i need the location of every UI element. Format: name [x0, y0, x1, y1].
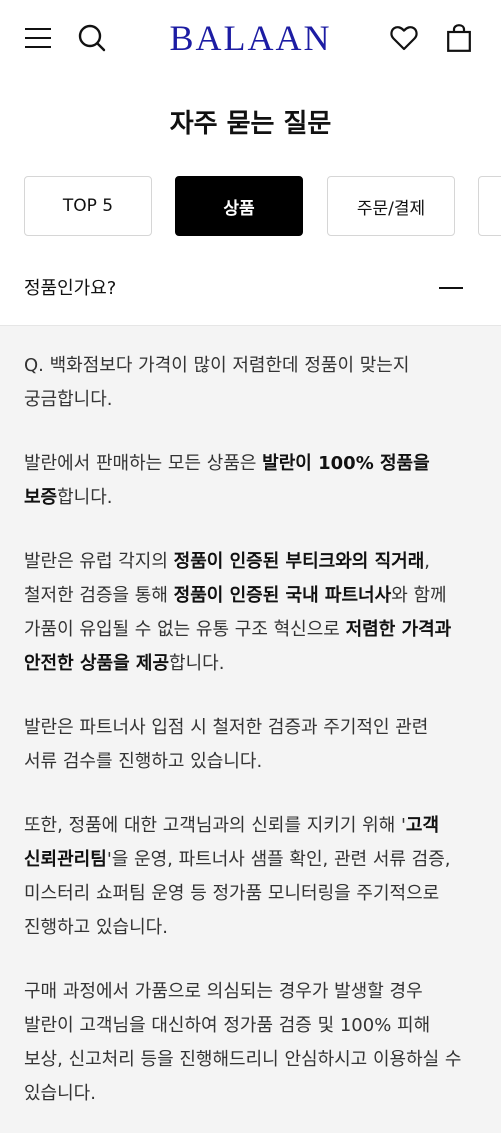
answer-paragraph-compensation: 구매 과정에서 가품으로 의심되는 경우가 발생할 경우 발란이 고객님을 대신…: [24, 981, 462, 1104]
brand-logo[interactable]: BALAAN: [0, 18, 501, 58]
app-header: BALAAN: [0, 0, 501, 80]
body-text: 합니다.: [169, 653, 225, 674]
faq-question-row[interactable]: 정품인가요?: [0, 252, 501, 326]
answer-paragraph-trust-team: 또한, 정품에 대한 고객님과의 신뢰를 지키기 위해 '고객 신뢰관리팀'을 …: [24, 809, 467, 945]
tab-order-payment[interactable]: 주문/결제: [327, 176, 455, 236]
body-text: 합니다.: [57, 487, 113, 508]
body-text: 발란은 유럽 각지의: [24, 551, 174, 572]
heart-icon[interactable]: [386, 20, 422, 56]
minus-icon[interactable]: [439, 276, 463, 300]
answer-paragraph-verification: 발란은 파트너사 입점 시 철저한 검증과 주기적인 관련 서류 검수를 진행하…: [24, 717, 429, 772]
answer-paragraph-sourcing: 발란은 유럽 각지의 정품이 인증된 부티크와의 직거래, 철저한 검증을 통해…: [24, 545, 467, 681]
tab-top5[interactable]: TOP 5: [24, 176, 152, 236]
faq-answer: Q. 백화점보다 가격이 많이 저렴한데 정품이 맞는지 궁금합니다. 발란에서…: [0, 326, 501, 1133]
emphasis-text: 정품이 인증된 부티크와의 직거래: [173, 551, 425, 572]
tab-next[interactable]: [478, 176, 501, 236]
answer-paragraph-guarantee: 발란에서 판매하는 모든 상품은 발란이 100% 정품을 보증합니다.: [24, 447, 467, 515]
category-tabs: TOP 5 상품 주문/결제: [24, 176, 501, 238]
tab-product[interactable]: 상품: [175, 176, 303, 236]
body-text: 또한, 정품에 대한 고객님과의 신뢰를 지키기 위해 ': [24, 815, 406, 836]
page-title: 자주 묻는 질문: [169, 109, 332, 139]
answer-question-line: Q. 백화점보다 가격이 많이 저렴한데 정품이 맞는지 궁금합니다.: [24, 355, 410, 410]
body-text: 발란에서 판매하는 모든 상품은: [24, 453, 263, 474]
emphasis-text: 정품이 인증된 국내 파트너사: [173, 585, 392, 606]
faq-question-title: 정품인가요?: [24, 278, 117, 299]
shopping-bag-icon[interactable]: [441, 20, 477, 56]
